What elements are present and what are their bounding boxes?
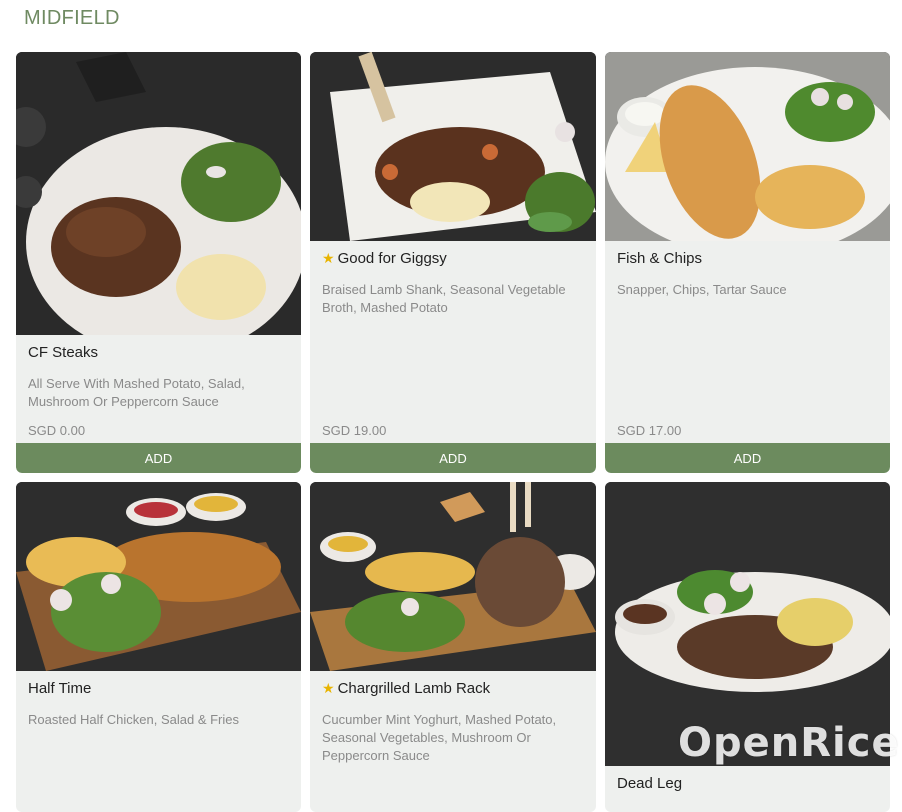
add-button[interactable]: ADD (605, 443, 890, 473)
menu-card-cf-steaks[interactable]: CF Steaks All Serve With Mashed Potato, … (16, 52, 301, 473)
dish-photo (605, 52, 890, 241)
section-title: MIDFIELD (24, 7, 120, 29)
star-icon: ★ (322, 250, 335, 266)
item-description: All Serve With Mashed Potato, Salad, Mus… (28, 376, 245, 409)
item-name: Half Time (28, 680, 92, 697)
menu-card-good-for-giggsy[interactable]: ★ Good for Giggsy Braised Lamb Shank, Sea… (310, 52, 596, 473)
item-description: Braised Lamb Shank, Seasonal Vegetable B… (322, 282, 566, 315)
item-name: CF Steaks (28, 344, 99, 361)
item-name: ★ Good for Giggsy (322, 250, 447, 267)
item-price: SGD 19.00 (322, 423, 387, 438)
item-name: ★ Chargrilled Lamb Rack (322, 680, 491, 697)
menu-card-chargrilled-lamb-rack[interactable]: ★ Chargrilled Lamb Rack Cucumber Mint Yog… (310, 482, 596, 812)
item-description: Cucumber Mint Yoghurt, Mashed Potato, Se… (322, 712, 557, 763)
dish-photo (310, 52, 596, 241)
item-price: SGD 17.00 (617, 423, 682, 438)
item-description: Snapper, Chips, Tartar Sauce (617, 282, 787, 297)
star-icon: ★ (322, 680, 335, 696)
openrice-watermark: OpenRice (678, 720, 900, 766)
item-name: Fish & Chips (617, 250, 703, 267)
menu-card-half-time[interactable]: Half Time Roasted Half Chicken, Salad & … (16, 482, 301, 812)
item-name: Dead Leg (617, 775, 683, 792)
dish-photo (16, 482, 301, 671)
add-button[interactable]: ADD (310, 443, 596, 473)
dish-photo (16, 52, 301, 335)
item-description: Roasted Half Chicken, Salad & Fries (28, 712, 239, 727)
item-price: SGD 0.00 (28, 423, 86, 438)
dish-photo (310, 482, 596, 671)
menu-card-fish-and-chips[interactable]: Fish & Chips Snapper, Chips, Tartar Sauc… (605, 52, 890, 473)
add-button[interactable]: ADD (16, 443, 301, 473)
